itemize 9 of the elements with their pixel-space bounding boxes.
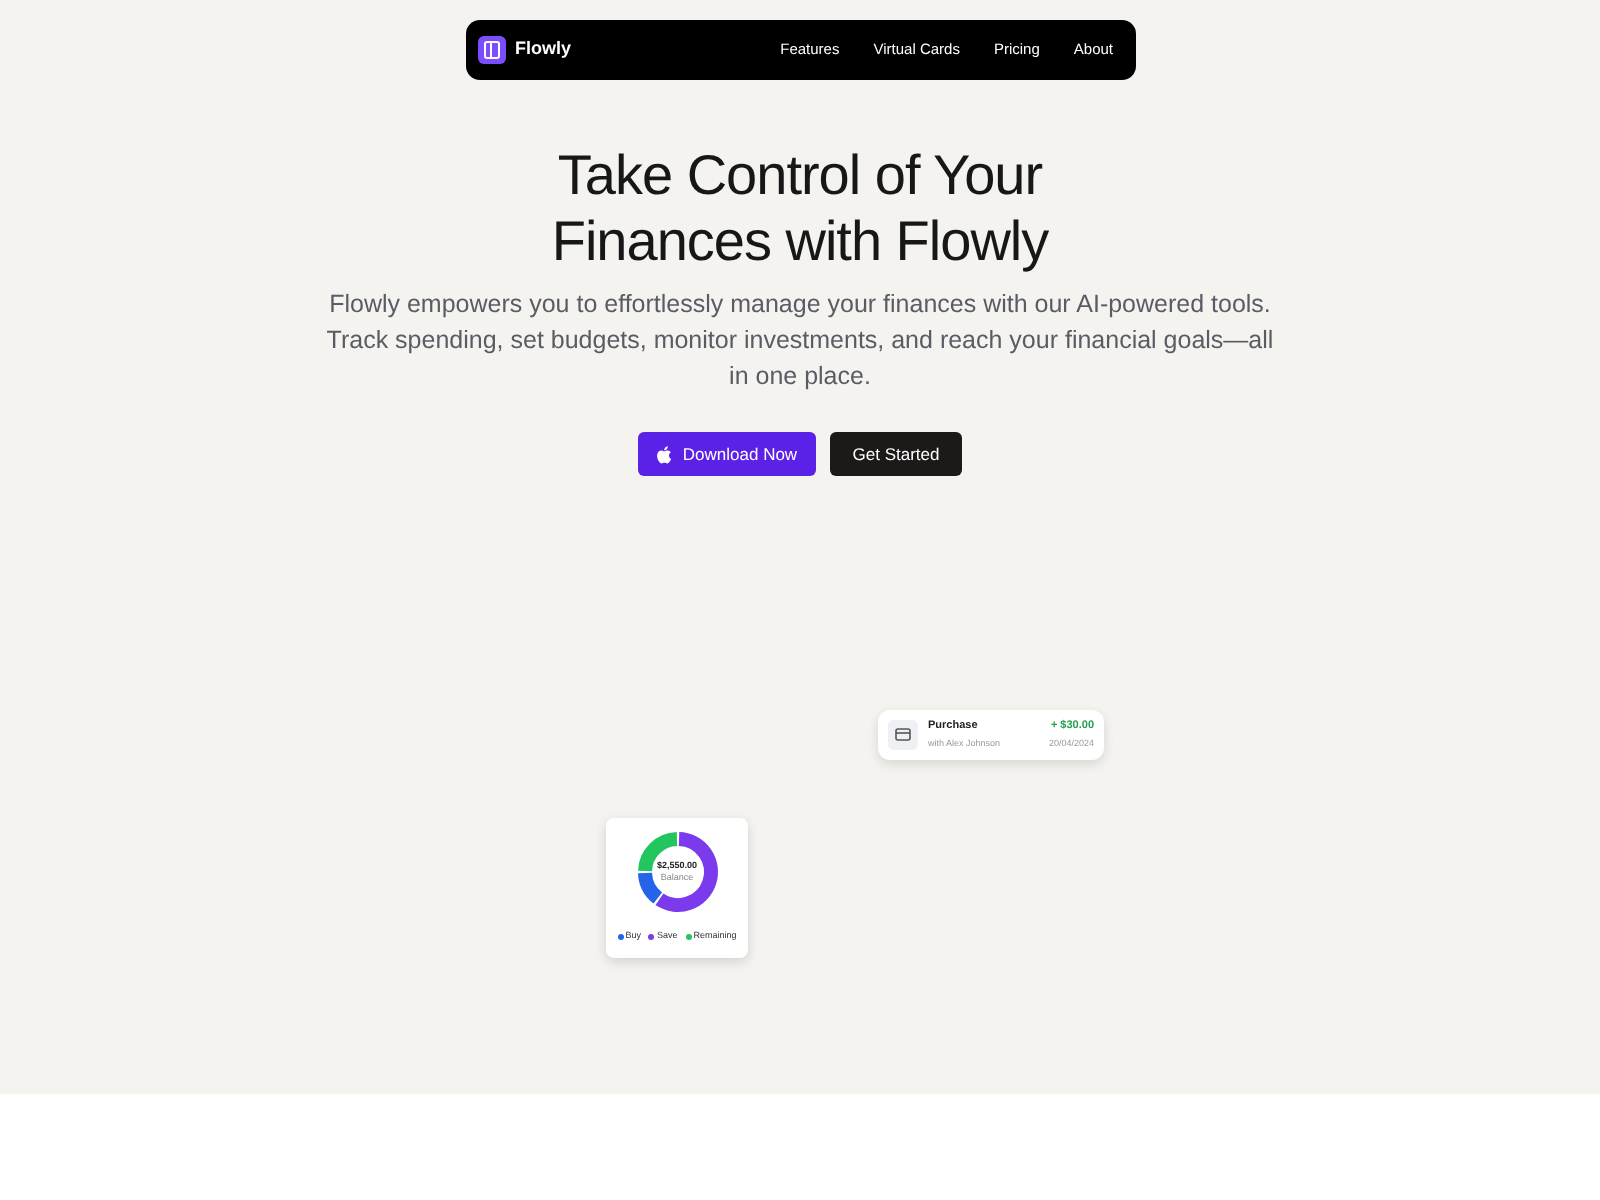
download-button[interactable]: Download Now xyxy=(638,432,816,476)
logo-icon xyxy=(477,36,505,64)
brand-name: Flowly xyxy=(515,36,572,63)
hero-description: Flowly empowers you to effortlessly manage your finances with our AI-powered tools. Track spending, set budgets, monitor investments, and reach your financial goals—all in one place. xyxy=(324,288,1276,394)
hero-title: Finances with Flowly xyxy=(551,208,1049,274)
hero-title: Take Control of Your xyxy=(557,142,1043,208)
apple-icon xyxy=(656,445,673,463)
get-started-button[interactable]: Get Started xyxy=(830,432,962,476)
card-icon xyxy=(888,720,918,750)
